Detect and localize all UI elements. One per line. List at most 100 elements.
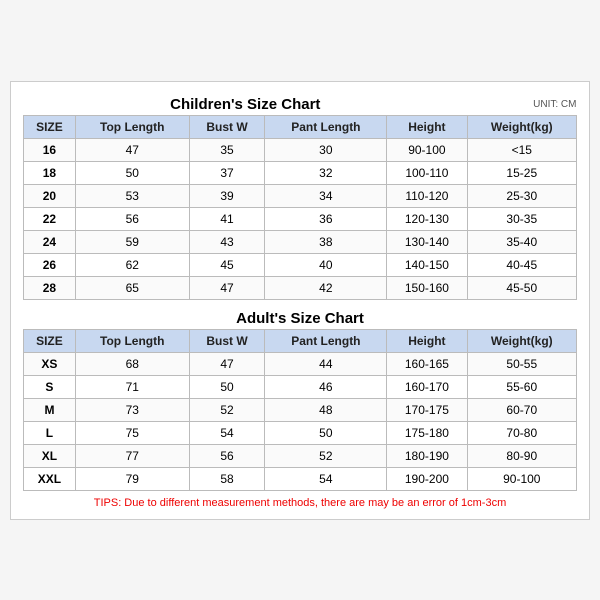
children-cell-6-3: 42 (265, 276, 387, 299)
children-cell-6-2: 47 (189, 276, 265, 299)
adults-cell-5-4: 190-200 (387, 467, 467, 490)
adults-cell-3-0: L (24, 421, 76, 444)
adults-cell-2-5: 60-70 (467, 398, 576, 421)
adults-table-row: XS684744160-16550-55 (24, 352, 577, 375)
adults-cell-4-3: 52 (265, 444, 387, 467)
adults-cell-4-2: 56 (189, 444, 265, 467)
children-cell-4-1: 59 (75, 230, 189, 253)
adults-col-bust-w: Bust W (189, 329, 265, 352)
children-cell-1-4: 100-110 (387, 161, 467, 184)
adults-col-pant-length: Pant Length (265, 329, 387, 352)
children-col-pant-length: Pant Length (265, 115, 387, 138)
adults-cell-5-3: 54 (265, 467, 387, 490)
adults-cell-4-1: 77 (75, 444, 189, 467)
children-cell-3-3: 36 (265, 207, 387, 230)
adults-cell-3-3: 50 (265, 421, 387, 444)
children-cell-0-3: 30 (265, 138, 387, 161)
adults-cell-2-4: 170-175 (387, 398, 467, 421)
children-col-height: Height (387, 115, 467, 138)
adults-cell-5-2: 58 (189, 467, 265, 490)
adults-cell-1-4: 160-170 (387, 375, 467, 398)
children-table-row: 18503732100-11015-25 (24, 161, 577, 184)
tips-text: TIPS: Due to different measurement metho… (23, 497, 577, 509)
adults-cell-3-2: 54 (189, 421, 265, 444)
adults-cell-0-1: 68 (75, 352, 189, 375)
adults-table-row: S715046160-17055-60 (24, 375, 577, 398)
adults-cell-1-2: 50 (189, 375, 265, 398)
children-cell-4-4: 130-140 (387, 230, 467, 253)
children-cell-3-5: 30-35 (467, 207, 576, 230)
adults-col-weight: Weight(kg) (467, 329, 576, 352)
children-cell-5-0: 26 (24, 253, 76, 276)
adults-cell-0-5: 50-55 (467, 352, 576, 375)
adults-cell-4-5: 80-90 (467, 444, 576, 467)
adults-cell-1-1: 71 (75, 375, 189, 398)
adults-cell-2-3: 48 (265, 398, 387, 421)
adults-cell-2-0: M (24, 398, 76, 421)
children-cell-2-0: 20 (24, 184, 76, 207)
adults-cell-5-5: 90-100 (467, 467, 576, 490)
children-cell-1-0: 18 (24, 161, 76, 184)
children-col-weight: Weight(kg) (467, 115, 576, 138)
children-cell-0-2: 35 (189, 138, 265, 161)
children-cell-3-4: 120-130 (387, 207, 467, 230)
adults-cell-0-3: 44 (265, 352, 387, 375)
adults-col-height: Height (387, 329, 467, 352)
children-cell-0-4: 90-100 (387, 138, 467, 161)
adults-cell-1-5: 55-60 (467, 375, 576, 398)
adults-cell-0-4: 160-165 (387, 352, 467, 375)
adults-col-size: SIZE (24, 329, 76, 352)
children-cell-3-0: 22 (24, 207, 76, 230)
adults-cell-5-0: XXL (24, 467, 76, 490)
children-cell-1-2: 37 (189, 161, 265, 184)
children-cell-0-1: 47 (75, 138, 189, 161)
adults-table-header: SIZE Top Length Bust W Pant Length Heigh… (24, 329, 577, 352)
adults-cell-3-1: 75 (75, 421, 189, 444)
children-table-row: 26624540140-15040-45 (24, 253, 577, 276)
adults-cell-1-0: S (24, 375, 76, 398)
children-cell-4-3: 38 (265, 230, 387, 253)
children-cell-5-2: 45 (189, 253, 265, 276)
children-section-title: Children's Size Chart (170, 96, 320, 113)
children-cell-4-0: 24 (24, 230, 76, 253)
adults-cell-2-2: 52 (189, 398, 265, 421)
adults-cell-3-5: 70-80 (467, 421, 576, 444)
children-cell-4-5: 35-40 (467, 230, 576, 253)
adults-cell-5-1: 79 (75, 467, 189, 490)
adults-table-row: XL775652180-19080-90 (24, 444, 577, 467)
children-size-table: Children's Size Chart UNIT: CM SIZE Top … (23, 92, 577, 300)
unit-label: UNIT: CM (467, 92, 576, 116)
children-cell-1-5: 15-25 (467, 161, 576, 184)
adults-cell-2-1: 73 (75, 398, 189, 421)
chart-container: Children's Size Chart UNIT: CM SIZE Top … (10, 81, 590, 520)
adults-cell-0-0: XS (24, 352, 76, 375)
children-cell-5-3: 40 (265, 253, 387, 276)
adults-table-row: XXL795854190-20090-100 (24, 467, 577, 490)
children-cell-6-0: 28 (24, 276, 76, 299)
children-cell-2-2: 39 (189, 184, 265, 207)
adults-cell-3-4: 175-180 (387, 421, 467, 444)
adults-cell-0-2: 47 (189, 352, 265, 375)
adults-cell-1-3: 46 (265, 375, 387, 398)
children-cell-2-4: 110-120 (387, 184, 467, 207)
children-cell-1-1: 50 (75, 161, 189, 184)
children-cell-3-1: 56 (75, 207, 189, 230)
children-table-row: 1647353090-100<15 (24, 138, 577, 161)
children-table-row: 22564136120-13030-35 (24, 207, 577, 230)
children-cell-2-5: 25-30 (467, 184, 576, 207)
children-table-row: 28654742150-16045-50 (24, 276, 577, 299)
children-cell-3-2: 41 (189, 207, 265, 230)
adults-cell-4-4: 180-190 (387, 444, 467, 467)
children-col-top-length: Top Length (75, 115, 189, 138)
adults-section-title: Adult's Size Chart (236, 310, 364, 327)
adults-size-table: Adult's Size Chart SIZE Top Length Bust … (23, 306, 577, 491)
children-cell-1-3: 32 (265, 161, 387, 184)
adults-table-row: L755450175-18070-80 (24, 421, 577, 444)
children-cell-0-5: <15 (467, 138, 576, 161)
children-cell-5-5: 40-45 (467, 253, 576, 276)
children-cell-4-2: 43 (189, 230, 265, 253)
children-cell-6-4: 150-160 (387, 276, 467, 299)
children-cell-5-1: 62 (75, 253, 189, 276)
children-cell-0-0: 16 (24, 138, 76, 161)
children-cell-5-4: 140-150 (387, 253, 467, 276)
